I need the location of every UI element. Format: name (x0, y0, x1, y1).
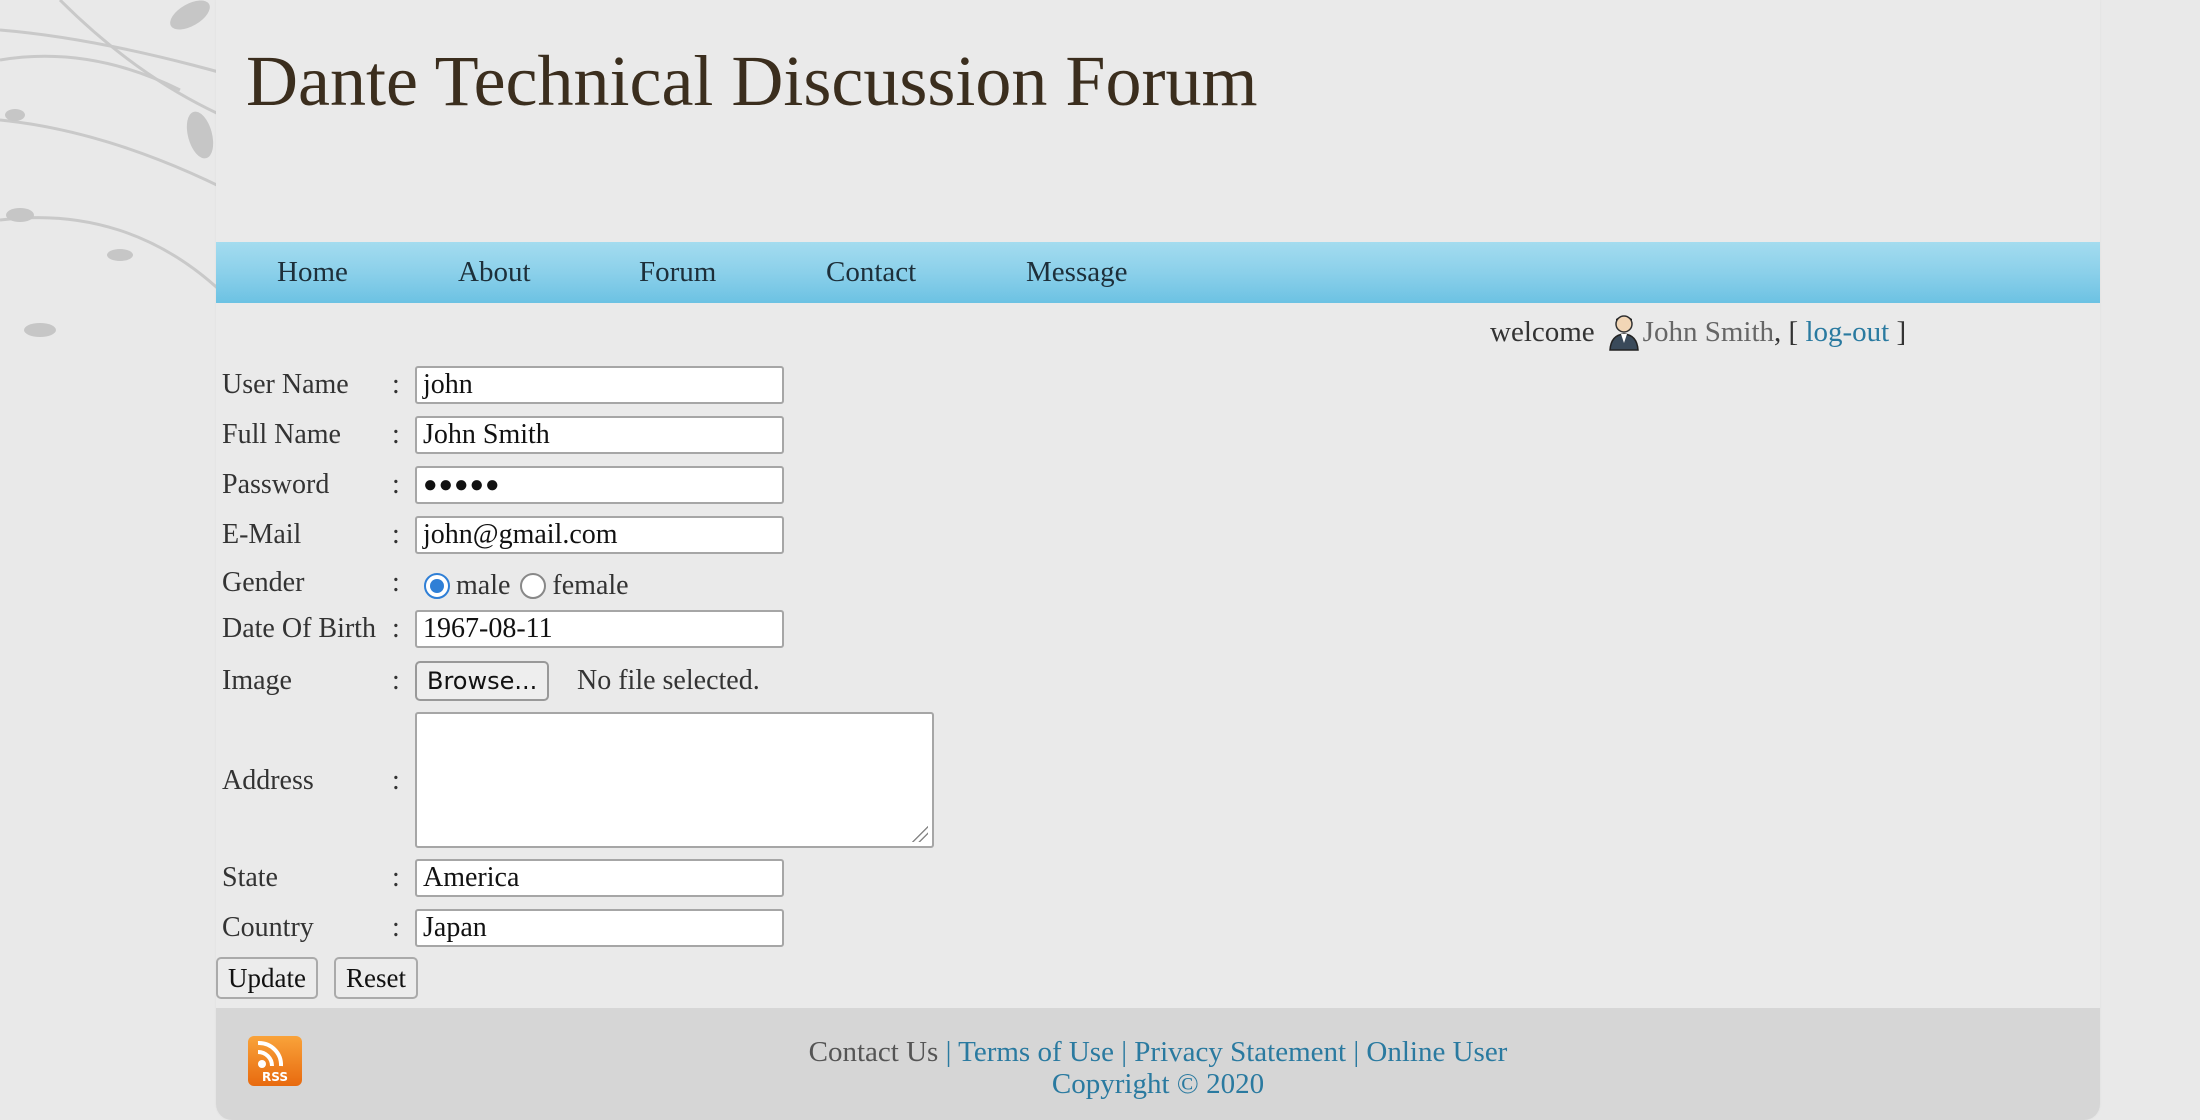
colon: : (392, 469, 400, 500)
colon: : (392, 665, 400, 696)
nav-about[interactable]: About (458, 256, 531, 289)
browse-button[interactable]: Browse... (415, 661, 550, 701)
fullname-label: Full Name (222, 419, 341, 450)
footer: RSS Contact Us | Terms of Use | Privacy … (216, 1008, 2100, 1120)
welcome-bracket-close: ] (1896, 315, 1907, 348)
password-row: Password : ●●●●● (222, 463, 784, 507)
colon: : (392, 369, 400, 400)
country-row: Country : Japan (222, 906, 784, 950)
image-label: Image (222, 665, 292, 696)
state-input[interactable]: America (415, 859, 784, 897)
welcome-text: welcome (1490, 315, 1595, 348)
username-label: User Name (222, 369, 349, 400)
contact-us-link[interactable]: Contact Us (809, 1036, 939, 1068)
email-input[interactable]: john@gmail.com (415, 516, 784, 554)
footer-links: Contact Us | Terms of Use | Privacy Stat… (216, 1036, 2100, 1069)
fullname-input[interactable]: John Smith (415, 416, 784, 454)
gender-options: male female (424, 570, 629, 602)
footer-separator: | (938, 1036, 959, 1068)
fullname-row: Full Name : John Smith (222, 413, 784, 457)
gender-male-radio[interactable] (424, 573, 450, 599)
username-input[interactable]: john (415, 366, 784, 404)
nav-message[interactable]: Message (1026, 256, 1127, 289)
address-label: Address (222, 765, 314, 796)
privacy-link[interactable]: Privacy Statement (1134, 1036, 1346, 1068)
colon: : (392, 862, 400, 893)
password-label: Password (222, 469, 330, 500)
site-title: Dante Technical Discussion Forum (246, 41, 1258, 121)
nav-contact[interactable]: Contact (826, 256, 916, 289)
email-row: E-Mail : john@gmail.com (222, 513, 784, 557)
online-user-link[interactable]: Online User (1366, 1036, 1507, 1068)
terms-link[interactable]: Terms of Use (958, 1036, 1114, 1068)
username-row: User Name : john (222, 363, 784, 407)
password-input[interactable]: ●●●●● (415, 466, 784, 504)
nav-home[interactable]: Home (277, 256, 348, 289)
gender-female-radio[interactable] (520, 573, 547, 599)
nav-forum[interactable]: Forum (639, 256, 716, 289)
resize-handle[interactable] (912, 826, 928, 842)
welcome-username: John Smith (1642, 315, 1775, 348)
footer-separator: | (1113, 1036, 1135, 1068)
country-label: Country (222, 912, 314, 943)
country-input[interactable]: Japan (415, 909, 784, 947)
address-textarea[interactable] (415, 712, 934, 848)
colon: : (392, 765, 400, 796)
address-row: Address : (222, 712, 934, 849)
reset-button[interactable]: Reset (334, 957, 418, 999)
gender-row: Gender : male female (222, 561, 629, 605)
gender-male-label: male (456, 570, 511, 601)
colon: : (392, 567, 400, 598)
gender-female-label: female (552, 570, 629, 601)
email-label: E-Mail (222, 519, 302, 550)
copyright: Copyright © 2020 (1051, 1068, 1265, 1100)
colon: : (392, 519, 400, 550)
colon: : (392, 419, 400, 450)
colon: : (392, 912, 400, 943)
welcome-bar: welcome John Smith , [ log-out ] (1490, 313, 1906, 351)
nav-bar: Home About Forum Contact Message (216, 242, 2100, 303)
user-icon (1607, 313, 1641, 351)
footer-separator: | (1346, 1036, 1367, 1068)
gender-label: Gender (222, 567, 305, 598)
state-label: State (222, 862, 278, 893)
colon: : (392, 613, 400, 644)
image-row: Image : Browse... No file selected. (222, 659, 760, 703)
page-container: Dante Technical Discussion Forum Home Ab… (216, 0, 2100, 1120)
state-row: State : America (222, 856, 784, 900)
update-button[interactable]: Update (216, 957, 318, 999)
dob-row: Date Of Birth : 1967-08-11 (222, 607, 784, 651)
logout-link[interactable]: log-out (1805, 316, 1889, 349)
welcome-bracket-open: , [ (1774, 315, 1799, 348)
dob-label: Date Of Birth (222, 613, 376, 644)
file-status: No file selected. (577, 665, 760, 696)
dob-input[interactable]: 1967-08-11 (415, 610, 784, 648)
